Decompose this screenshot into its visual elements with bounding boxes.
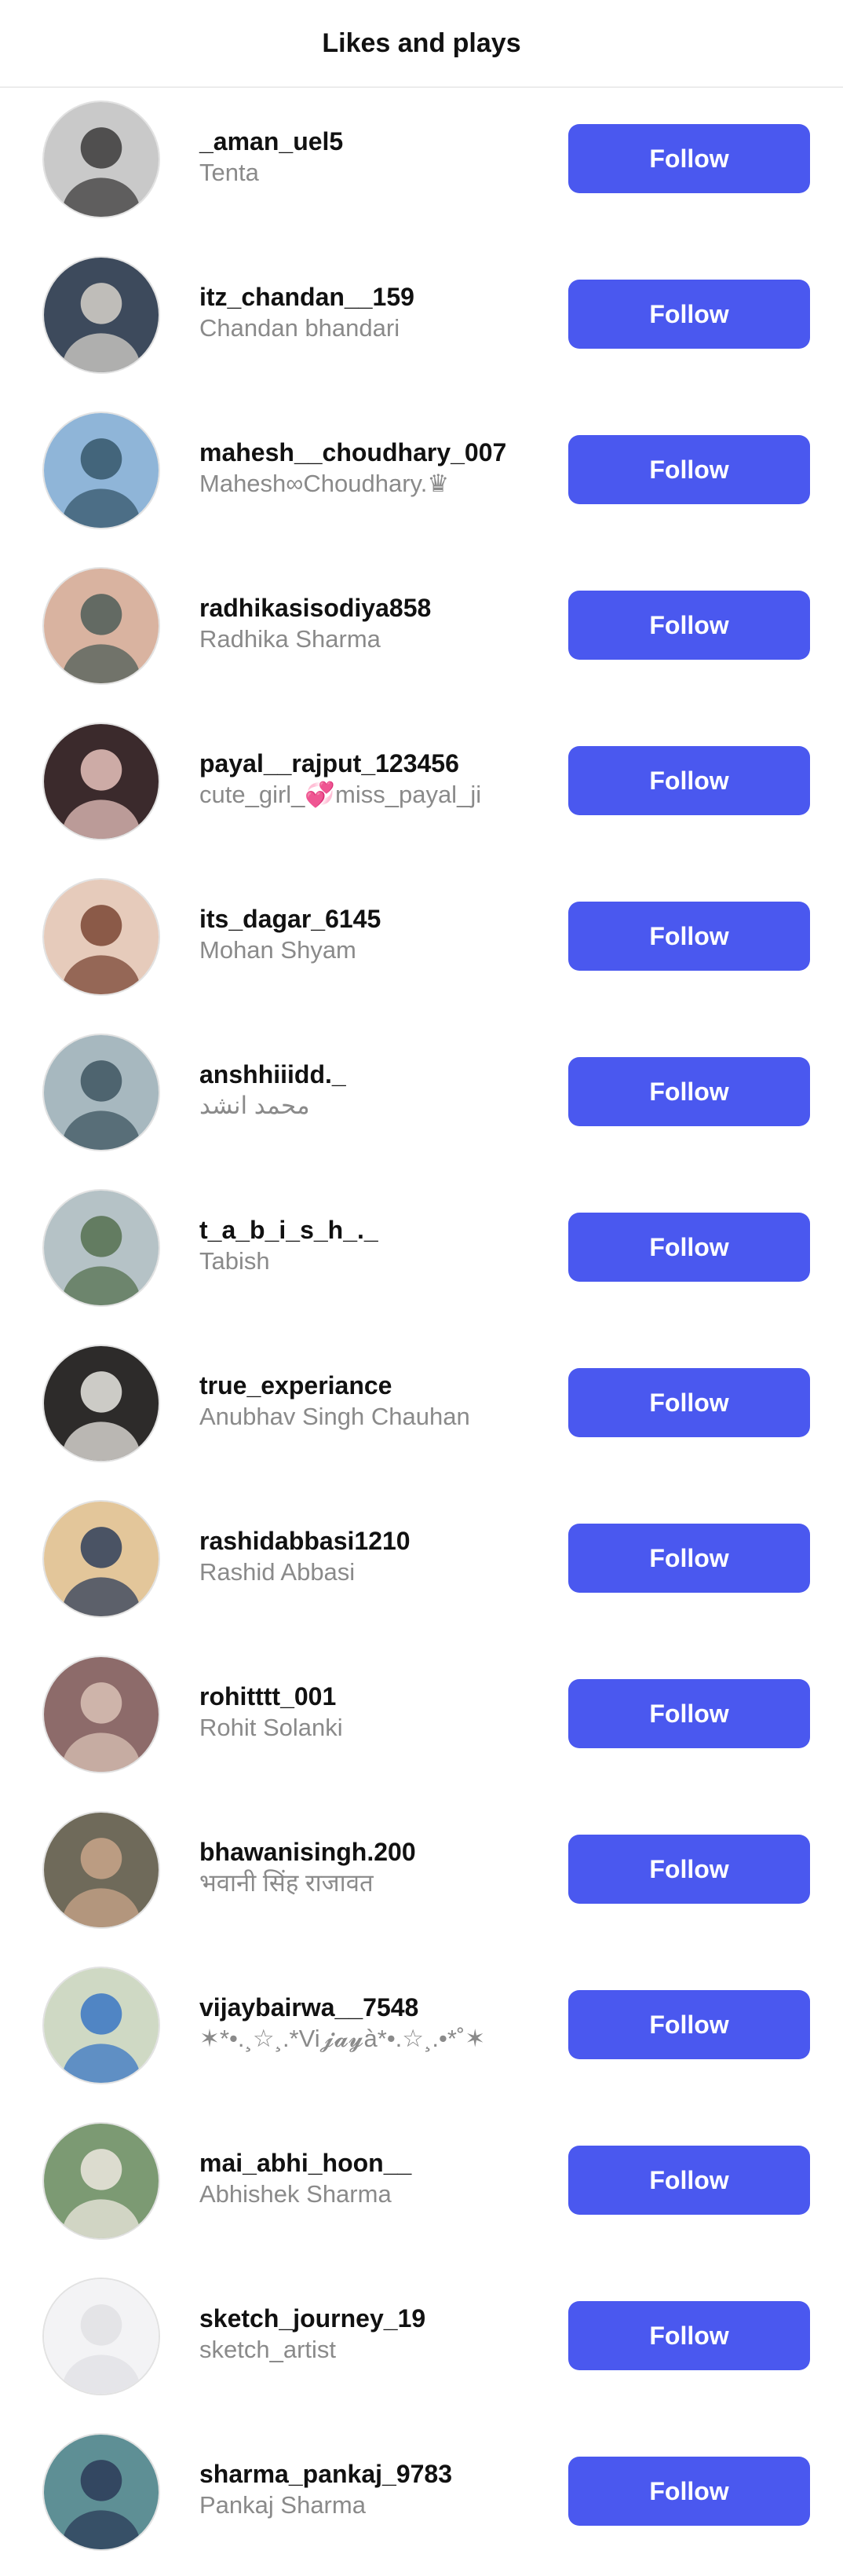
avatar[interactable]	[42, 1500, 160, 1618]
user-names: rohitttt_001 Rohit Solanki	[199, 1681, 545, 1744]
full-name: Anubhav Singh Chauhan	[199, 1403, 470, 1430]
full-name: ✶*•.¸☆¸.*Vi𝓳𝓪𝔂à*•.☆¸.•*˚✶	[199, 2025, 486, 2052]
list-item: true_experiance Anubhav Singh Chauhan Foll…	[0, 1332, 843, 1487]
list-item: rohitttt_001 Rohit Solanki Follow	[0, 1643, 843, 1798]
follow-button[interactable]: Follow	[568, 124, 810, 193]
user-names: rashidabbasi1210 Rashid Abbasi	[199, 1525, 545, 1588]
follow-button[interactable]: Follow	[568, 1990, 810, 2059]
list-item: mai_abhi_hoon__ Abhishek Sharma Follow	[0, 2109, 843, 2265]
avatar[interactable]	[42, 2278, 160, 2395]
username[interactable]: rashidabbasi1210	[199, 1525, 545, 1557]
username[interactable]: _aman_uel5	[199, 126, 545, 157]
username[interactable]: rohitttt_001	[199, 1681, 545, 1712]
avatar[interactable]	[42, 1189, 160, 1307]
user-names: t_a_b_i_s_h_._ Tabish	[199, 1214, 545, 1277]
list-item: rashidabbasi1210 Rashid Abbasi Follow	[0, 1487, 843, 1643]
follow-button[interactable]: Follow	[568, 280, 810, 349]
page-title: Likes and plays	[322, 27, 521, 58]
list-item: radhikasisodiya858 Radhika Sharma Follow	[0, 554, 843, 710]
full-name: محمد انشد	[199, 1092, 310, 1119]
follow-button[interactable]: Follow	[568, 1213, 810, 1282]
user-names: _aman_uel5 Tenta	[199, 126, 545, 188]
user-names: mai_abhi_hoon__ Abhishek Sharma	[199, 2147, 545, 2210]
username[interactable]: sketch_journey_19	[199, 2303, 545, 2334]
avatar[interactable]	[42, 1967, 160, 2084]
username[interactable]: mai_abhi_hoon__	[199, 2147, 545, 2179]
user-list: _aman_uel5 Tenta Follow itz_chandan__159 Cha…	[0, 88, 843, 2576]
username[interactable]: true_experiance	[199, 1370, 545, 1401]
follow-button[interactable]: Follow	[568, 1368, 810, 1437]
follow-button[interactable]: Follow	[568, 1835, 810, 1904]
username[interactable]: bhawanisingh.200	[199, 1836, 545, 1868]
full-name: Rohit Solanki	[199, 1714, 343, 1741]
avatar[interactable]	[42, 2122, 160, 2240]
full-name: भवानी सिंह राजावत	[199, 1869, 374, 1897]
full-name: Abhishek Sharma	[199, 2180, 392, 2208]
user-names: payal__rajput_123456 cute_girl_💞miss_paya…	[199, 748, 545, 810]
follow-button[interactable]: Follow	[568, 746, 810, 815]
list-item: sharma_pankaj_9783 Pankaj Sharma Follow	[0, 2420, 843, 2576]
list-item: t_a_b_i_s_h_._ Tabish Follow	[0, 1176, 843, 1332]
follow-button[interactable]: Follow	[568, 2457, 810, 2526]
follow-button[interactable]: Follow	[568, 2146, 810, 2215]
avatar[interactable]	[42, 1034, 160, 1151]
full-name: Radhika Sharma	[199, 625, 381, 653]
list-item: anshhiiidd._ محمد انشد Follow	[0, 1021, 843, 1176]
avatar[interactable]	[42, 1345, 160, 1462]
list-item: its_dagar_6145 Mohan Shyam Follow	[0, 865, 843, 1021]
list-item: payal__rajput_123456 cute_girl_💞miss_paya…	[0, 710, 843, 865]
follow-button[interactable]: Follow	[568, 591, 810, 660]
avatar[interactable]	[42, 2433, 160, 2551]
username[interactable]: payal__rajput_123456	[199, 748, 545, 779]
follow-button[interactable]: Follow	[568, 1524, 810, 1593]
username[interactable]: t_a_b_i_s_h_._	[199, 1214, 545, 1246]
user-names: its_dagar_6145 Mohan Shyam	[199, 903, 545, 966]
user-names: bhawanisingh.200 भवानी सिंह राजावत	[199, 1836, 545, 1899]
username[interactable]: vijaybairwa__7548	[199, 1992, 545, 2023]
follow-button[interactable]: Follow	[568, 2301, 810, 2370]
avatar[interactable]	[42, 1811, 160, 1929]
list-item: vijaybairwa__7548 ✶*•.¸☆¸.*Vi𝓳𝓪𝔂à*•.☆¸.•*…	[0, 1954, 843, 2109]
full-name: Tenta	[199, 159, 259, 186]
user-names: true_experiance Anubhav Singh Chauhan	[199, 1370, 545, 1433]
user-names: itz_chandan__159 Chandan bhandari	[199, 281, 545, 344]
follow-button[interactable]: Follow	[568, 1679, 810, 1748]
full-name: Mahesh∞Choudhary.♛	[199, 470, 450, 497]
user-names: mahesh__choudhary_007 Mahesh∞Choudhary.♛	[199, 437, 545, 499]
user-names: vijaybairwa__7548 ✶*•.¸☆¸.*Vi𝓳𝓪𝔂à*•.☆¸.•*…	[199, 1992, 545, 2055]
follow-button[interactable]: Follow	[568, 1057, 810, 1126]
full-name: cute_girl_💞miss_payal_ji	[199, 781, 482, 808]
avatar[interactable]	[42, 1656, 160, 1773]
follow-button[interactable]: Follow	[568, 902, 810, 971]
avatar[interactable]	[42, 412, 160, 529]
user-names: sharma_pankaj_9783 Pankaj Sharma	[199, 2458, 545, 2521]
avatar[interactable]	[42, 256, 160, 374]
list-item: itz_chandan__159 Chandan bhandari Follow	[0, 243, 843, 399]
full-name: Mohan Shyam	[199, 936, 356, 964]
username[interactable]: mahesh__choudhary_007	[199, 437, 545, 468]
avatar[interactable]	[42, 878, 160, 996]
username[interactable]: itz_chandan__159	[199, 281, 545, 313]
avatar[interactable]	[42, 567, 160, 685]
username[interactable]: its_dagar_6145	[199, 903, 545, 935]
page-header: Likes and plays	[0, 0, 843, 88]
full-name: Tabish	[199, 1247, 270, 1275]
full-name: Chandan bhandari	[199, 314, 400, 342]
list-item: mahesh__choudhary_007 Mahesh∞Choudhary.♛ F…	[0, 399, 843, 554]
list-item: bhawanisingh.200 भवानी सिंह राजावत Follow	[0, 1798, 843, 1954]
full-name: sketch_artist	[199, 2336, 337, 2363]
full-name: Pankaj Sharma	[199, 2491, 366, 2519]
full-name: Rashid Abbasi	[199, 1558, 356, 1586]
follow-button[interactable]: Follow	[568, 435, 810, 504]
user-names: anshhiiidd._ محمد انشد	[199, 1059, 545, 1122]
user-names: radhikasisodiya858 Radhika Sharma	[199, 592, 545, 655]
username[interactable]: radhikasisodiya858	[199, 592, 545, 624]
user-names: sketch_journey_19 sketch_artist	[199, 2303, 545, 2366]
avatar[interactable]	[42, 723, 160, 840]
list-item: sketch_journey_19 sketch_artist Follow	[0, 2265, 843, 2420]
avatar[interactable]	[42, 101, 160, 218]
username[interactable]: anshhiiidd._	[199, 1059, 545, 1090]
list-item: _aman_uel5 Tenta Follow	[0, 88, 843, 243]
username[interactable]: sharma_pankaj_9783	[199, 2458, 545, 2490]
